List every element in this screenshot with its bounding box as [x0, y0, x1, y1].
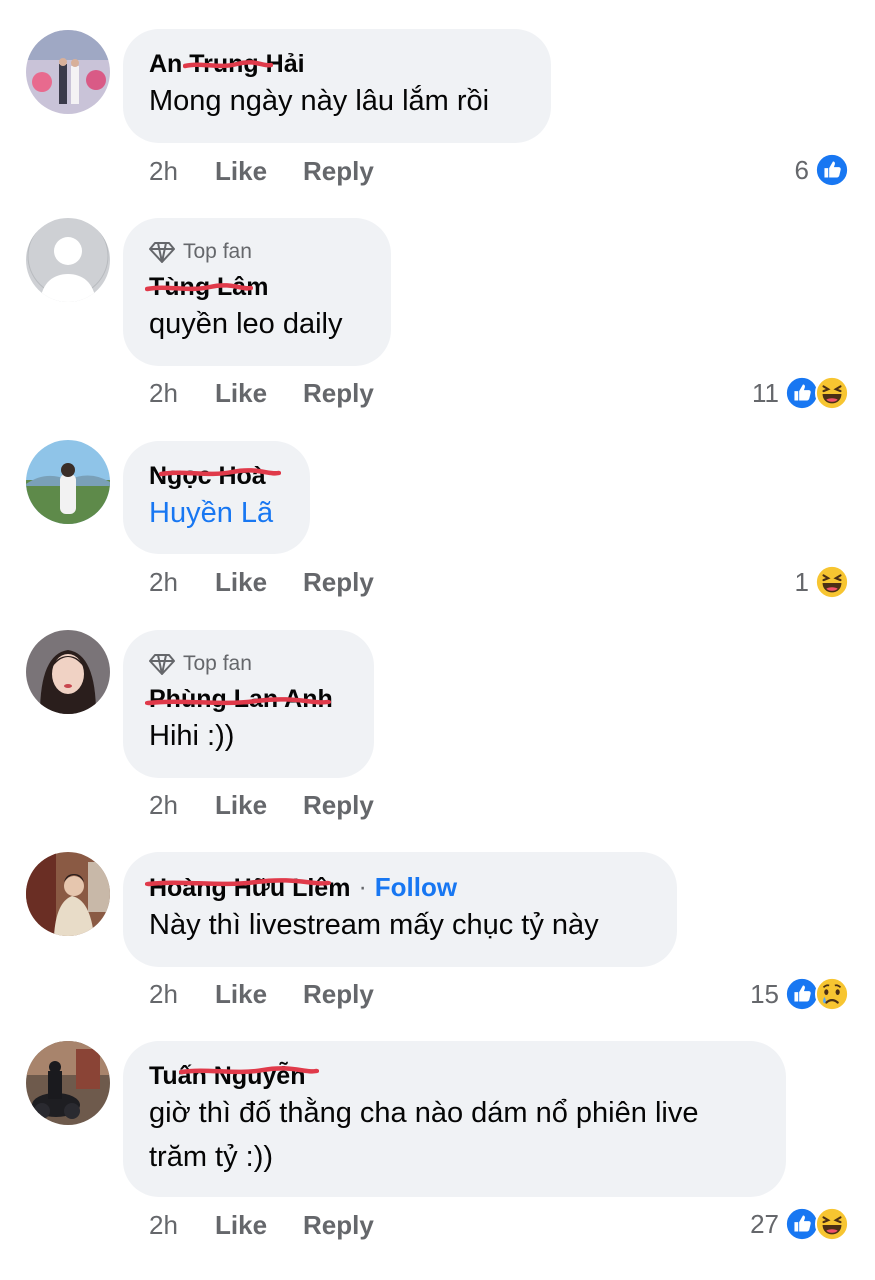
diamond-icon	[149, 242, 175, 263]
comment-text: Mong ngày này lâu lắm rồi	[149, 85, 490, 117]
haha-icon	[815, 1207, 849, 1241]
sad-icon	[815, 977, 849, 1011]
comment-actions: 2h Like Reply	[149, 1207, 410, 1243]
like-button[interactable]: Like	[215, 567, 267, 598]
like-button[interactable]: Like	[215, 378, 267, 409]
timestamp[interactable]: 2h	[149, 1210, 215, 1241]
top-fan-badge: Top fan	[149, 238, 365, 266]
reply-button[interactable]: Reply	[303, 567, 374, 598]
commenter-name[interactable]: Phùng Lan Anh	[149, 684, 333, 714]
reply-button[interactable]: Reply	[303, 979, 374, 1010]
comment-text-line: trăm tỷ :))	[149, 1141, 274, 1173]
comment-actions: 2h Like Reply	[149, 564, 410, 600]
like-icon	[785, 376, 819, 410]
reaction-summary[interactable]: 11	[752, 373, 849, 413]
reaction-count: 6	[794, 154, 809, 185]
comment-actions: 2h Like Reply	[149, 787, 410, 823]
reaction-count: 15	[750, 978, 779, 1009]
like-button[interactable]: Like	[215, 156, 267, 187]
comment-bubble: An Trung Hải Mong ngày này lâu lắm rồi	[123, 29, 551, 143]
like-icon	[785, 1207, 819, 1241]
reaction-summary[interactable]: 6	[795, 150, 849, 190]
like-button[interactable]: Like	[215, 1210, 267, 1241]
like-button[interactable]: Like	[215, 790, 267, 821]
commenter-name[interactable]: Hoàng Hữu Liêm	[149, 873, 350, 903]
reply-button[interactable]: Reply	[303, 1210, 374, 1241]
timestamp[interactable]: 2h	[149, 156, 215, 187]
reaction-summary[interactable]: 15	[750, 974, 849, 1014]
reaction-count: 11	[752, 377, 779, 408]
comment-bubble: Top fan Tùng Lâm quyền leo daily	[123, 218, 391, 366]
top-fan-label: Top fan	[183, 240, 252, 263]
commenter-name[interactable]: Tùng Lâm	[149, 272, 268, 302]
top-fan-badge: Top fan	[149, 650, 348, 678]
reply-button[interactable]: Reply	[303, 156, 374, 187]
top-fan-label: Top fan	[183, 652, 252, 675]
comment-bubble: Top fan Phùng Lan Anh Hihi :))	[123, 630, 374, 778]
commenter-name[interactable]: An Trung Hải	[149, 49, 305, 79]
avatar[interactable]	[26, 1041, 110, 1125]
comment-bubble: Ngọc Hoà Huyền Lã	[123, 441, 310, 554]
comment-bubble: Tuấn Nguyễn giờ thì đố thằng cha nào dám…	[123, 1041, 786, 1197]
timestamp[interactable]: 2h	[149, 979, 215, 1010]
follow-button[interactable]: Follow	[375, 872, 457, 903]
reaction-count: 1	[794, 566, 809, 597]
timestamp[interactable]: 2h	[149, 378, 215, 409]
comment-actions: 2h Like Reply	[149, 153, 410, 189]
haha-icon	[815, 376, 849, 410]
commenter-name[interactable]: Ngọc Hoà	[149, 461, 266, 491]
reaction-count: 27	[750, 1208, 779, 1239]
avatar[interactable]	[26, 440, 110, 524]
avatar-placeholder[interactable]	[26, 218, 110, 302]
mention-link[interactable]: Huyền Lã	[149, 491, 284, 535]
like-button[interactable]: Like	[215, 979, 267, 1010]
like-icon	[785, 977, 819, 1011]
reaction-summary[interactable]: 27	[750, 1204, 849, 1244]
reply-button[interactable]: Reply	[303, 790, 374, 821]
comment-text-line: giờ thì đố thằng cha nào dám nổ phiên li…	[149, 1097, 699, 1129]
comment-actions: 2h Like Reply	[149, 375, 410, 411]
avatar[interactable]	[26, 30, 110, 114]
avatar[interactable]	[26, 852, 110, 936]
comment-text: Hihi :))	[149, 720, 235, 752]
haha-icon	[815, 565, 849, 599]
reaction-summary[interactable]: 1	[795, 562, 849, 602]
comment-text: quyền leo daily	[149, 308, 343, 340]
separator-dot: ·	[358, 873, 367, 901]
avatar[interactable]	[26, 630, 110, 714]
reply-button[interactable]: Reply	[303, 378, 374, 409]
diamond-icon	[149, 654, 175, 675]
comment-actions: 2h Like Reply	[149, 976, 410, 1012]
like-icon	[815, 153, 849, 187]
commenter-name[interactable]: Tuấn Nguyễn	[149, 1061, 305, 1091]
timestamp[interactable]: 2h	[149, 567, 215, 598]
comment-text: Này thì livestream mấy chục tỷ này	[149, 909, 599, 941]
timestamp[interactable]: 2h	[149, 790, 215, 821]
comment-bubble: Hoàng Hữu Liêm · Follow Này thì livestre…	[123, 852, 677, 967]
